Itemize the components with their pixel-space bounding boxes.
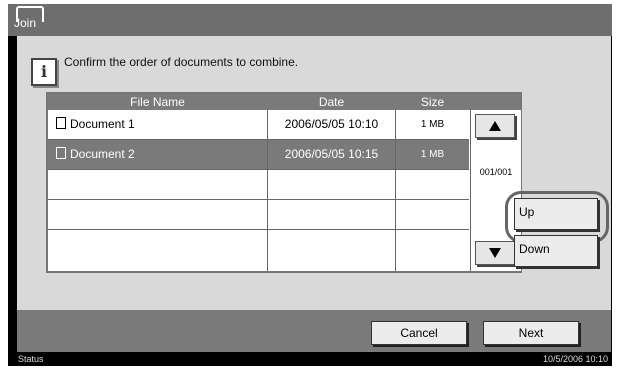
- column-date: Date: [318, 95, 345, 109]
- info-message: Confirm the order of documents to combin…: [64, 55, 299, 69]
- column-size: Size: [420, 95, 445, 109]
- up-button-label: Up: [519, 205, 535, 219]
- table-row[interactable]: [48, 200, 469, 230]
- table-header: File Name Date Size: [48, 94, 520, 110]
- next-button[interactable]: Next: [483, 321, 579, 345]
- up-button[interactable]: Up: [514, 198, 598, 230]
- status-datetime: 10/5/2006 10:10: [542, 354, 608, 364]
- window-title: Join: [14, 16, 37, 30]
- column-divider: [267, 110, 268, 271]
- arrow-down-icon: [489, 248, 501, 258]
- page-indicator: 001/001: [479, 167, 513, 177]
- table-row-selected[interactable]: Document 2 2006/05/05 10:15 1 MB: [48, 140, 469, 170]
- document-icon: [56, 117, 66, 129]
- row-date: 2006/05/05 10:15: [284, 147, 379, 161]
- row-size: 1 MB: [420, 149, 445, 160]
- main-content: i Confirm the order of documents to comb…: [17, 36, 611, 310]
- action-bar: Cancel Next: [17, 310, 611, 352]
- status-label[interactable]: Status: [18, 354, 44, 364]
- title-bar: Join: [8, 4, 612, 36]
- row-name: Document 2: [70, 147, 135, 161]
- scroll-up-button[interactable]: [475, 114, 515, 138]
- table-row[interactable]: Document 1 2006/05/05 10:10 1 MB: [48, 110, 469, 140]
- info-icon: i: [31, 58, 57, 86]
- panel-frame: Join i Confirm the order of documents to…: [8, 4, 612, 366]
- scroll-down-button[interactable]: [475, 241, 515, 265]
- column-file-name: File Name: [130, 95, 185, 109]
- arrow-up-icon: [489, 121, 501, 131]
- down-button[interactable]: Down: [514, 235, 598, 267]
- table-row[interactable]: [48, 170, 469, 200]
- table-row[interactable]: [48, 230, 469, 259]
- row-date: 2006/05/05 10:10: [284, 117, 379, 131]
- row-size: 1 MB: [420, 119, 445, 130]
- cancel-button[interactable]: Cancel: [371, 321, 467, 345]
- status-bar: Status 10/5/2006 10:10: [8, 352, 612, 366]
- column-divider: [395, 110, 396, 271]
- row-name: Document 1: [70, 117, 135, 131]
- document-icon: [56, 147, 66, 159]
- down-button-label: Down: [519, 242, 550, 256]
- document-table: File Name Date Size Document 1 2006/05/0…: [46, 92, 522, 273]
